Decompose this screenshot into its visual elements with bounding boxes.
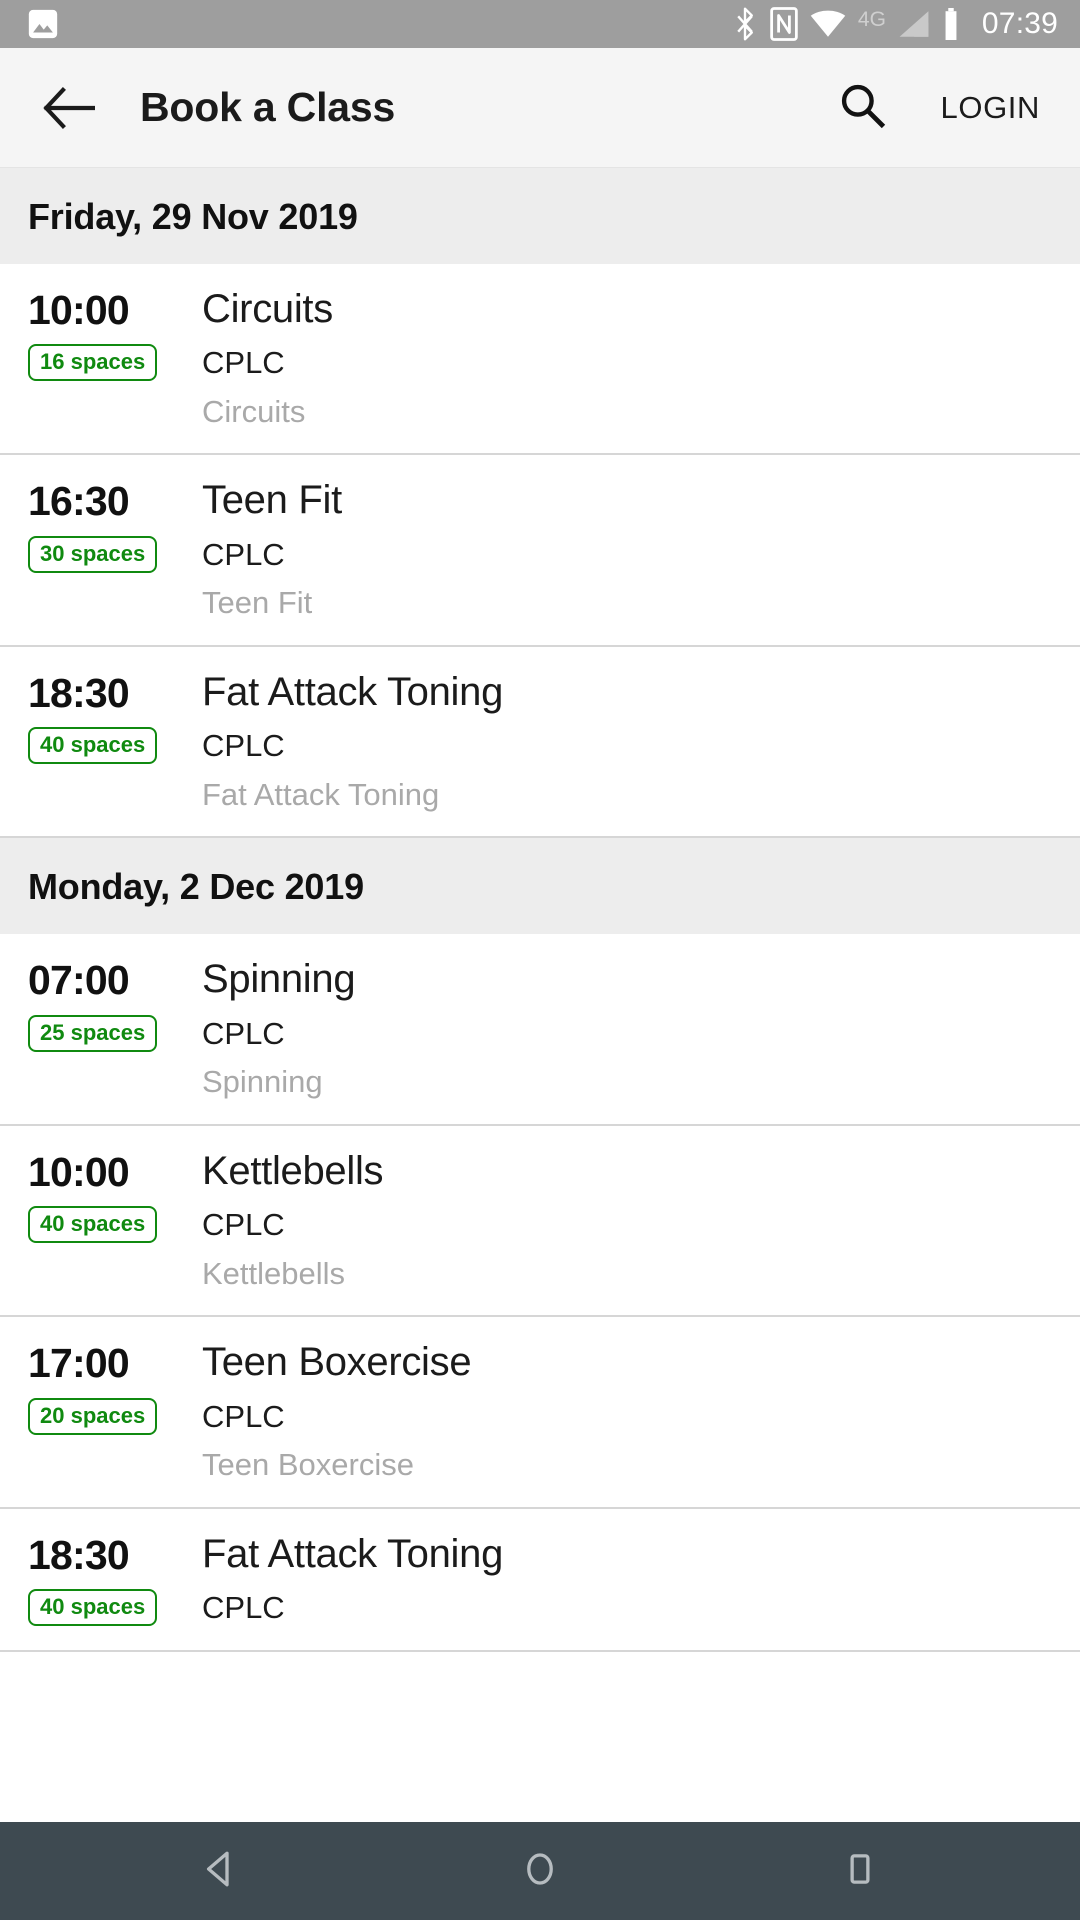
mobile-network-4g-icon: 4G (858, 7, 886, 41)
class-time: 16:30 (28, 478, 130, 525)
class-schedule-list[interactable]: Friday, 29 Nov 2019 10:00 16 spaces Circuit… (0, 168, 1080, 1653)
class-time: 18:30 (28, 1531, 130, 1578)
class-venue: CPLC (202, 345, 285, 381)
class-row-left: 18:30 40 spaces (28, 1531, 178, 1627)
spaces-badge: 40 spaces (28, 1206, 158, 1244)
class-name: Kettlebells (202, 1148, 384, 1193)
back-button[interactable] (34, 73, 104, 143)
status-bar-left-icons (26, 7, 60, 41)
class-time: 18:30 (28, 669, 130, 716)
class-name: Fat Attack Toning (202, 669, 504, 714)
class-venue: CPLC (202, 1398, 285, 1434)
status-bar-right-icons: 4G 07:39 (732, 7, 1058, 41)
spaces-badge: 20 spaces (28, 1397, 158, 1435)
class-row[interactable]: 10:00 40 spaces Kettlebells CPLC Kettlebells (0, 1125, 1080, 1318)
login-button[interactable]: LOGIN (937, 80, 1044, 136)
class-row-right: Teen Boxercise CPLC Teen Boxercise (202, 1339, 1052, 1482)
class-name: Spinning (202, 957, 356, 1002)
class-row-left: 07:00 25 spaces (28, 956, 178, 1052)
class-row-left: 16:30 30 spaces (28, 477, 178, 573)
spaces-badge: 25 spaces (28, 1014, 158, 1052)
triangle-back-icon (199, 1848, 241, 1895)
nfc-icon (770, 7, 798, 41)
app-bar: Book a Class LOGIN (0, 48, 1080, 168)
class-row[interactable]: 16:30 30 spaces Teen Fit CPLC Teen Fit (0, 455, 1080, 647)
class-description: Teen Boxercise (202, 1447, 414, 1483)
class-row[interactable]: 18:30 40 spaces Fat Attack Toning CPLC (0, 1508, 1080, 1653)
class-row[interactable]: 18:30 40 spaces Fat Attack Toning CPLC Fat A… (0, 646, 1080, 839)
wifi-icon (810, 9, 846, 39)
class-row-left: 10:00 16 spaces (28, 286, 178, 382)
class-description: Teen Fit (202, 585, 313, 621)
class-row-right: Fat Attack Toning CPLC (202, 1531, 1052, 1626)
android-navigation-bar (0, 1822, 1080, 1920)
class-row-right: Circuits CPLC Circuits (202, 286, 1052, 429)
class-row[interactable]: 17:00 20 spaces Teen Boxercise CPLC Teen Box… (0, 1317, 1080, 1509)
class-row-right: Spinning CPLC Spinning (202, 956, 1052, 1099)
class-name: Fat Attack Toning (202, 1531, 504, 1576)
spaces-badge: 40 spaces (28, 727, 158, 765)
class-name: Teen Fit (202, 478, 342, 523)
spaces-badge-wrap: 16 spaces (28, 332, 178, 382)
bluetooth-icon (732, 7, 758, 41)
phone-screen: 4G 07:39 Book a Class LOGIN Friday, 29 N… (0, 0, 1080, 1920)
class-row[interactable]: 07:00 25 spaces Spinning CPLC Spinning (0, 934, 1080, 1126)
class-row-right: Teen Fit CPLC Teen Fit (202, 477, 1052, 620)
battery-icon (942, 8, 960, 40)
spaces-badge-wrap: 40 spaces (28, 715, 178, 765)
status-bar: 4G 07:39 (0, 0, 1080, 48)
class-row-right: Kettlebells CPLC Kettlebells (202, 1148, 1052, 1291)
spaces-badge-wrap: 40 spaces (28, 1194, 178, 1244)
page-title: Book a Class (140, 84, 396, 130)
search-button[interactable] (831, 77, 893, 139)
class-row[interactable]: 10:00 16 spaces Circuits CPLC Circuits (0, 264, 1080, 456)
class-venue: CPLC (202, 728, 285, 764)
status-bar-clock: 07:39 (981, 7, 1058, 40)
photo-icon (26, 7, 60, 41)
spaces-badge: 16 spaces (28, 344, 158, 382)
class-description: Kettlebells (202, 1255, 346, 1291)
recents-nav-button[interactable] (800, 1831, 920, 1911)
app-bar-actions: LOGIN (831, 77, 1044, 139)
spaces-badge-wrap: 25 spaces (28, 1003, 178, 1052)
class-row-left: 10:00 40 spaces (28, 1148, 178, 1244)
class-description: Circuits (202, 393, 306, 429)
spaces-badge-wrap: 40 spaces (28, 1577, 178, 1627)
class-time: 07:00 (28, 957, 130, 1004)
back-nav-button[interactable] (160, 1831, 280, 1911)
date-header-label: Monday, 2 Dec 2019 (28, 866, 364, 908)
class-row-left: 18:30 40 spaces (28, 669, 178, 765)
class-venue: CPLC (202, 1207, 285, 1243)
square-recents-icon (839, 1848, 881, 1895)
date-header-label: Friday, 29 Nov 2019 (28, 196, 358, 237)
spaces-badge: 30 spaces (28, 535, 158, 573)
class-description: Fat Attack Toning (202, 776, 440, 812)
circle-home-icon (519, 1848, 561, 1895)
home-nav-button[interactable] (480, 1831, 600, 1911)
spaces-badge-wrap: 30 spaces (28, 524, 178, 573)
date-header: Friday, 29 Nov 2019 (0, 168, 1080, 264)
class-venue: CPLC (202, 1015, 285, 1051)
class-row-left: 17:00 20 spaces (28, 1339, 178, 1435)
network-label: 4G (857, 8, 886, 31)
search-icon (837, 80, 887, 135)
date-header: Monday, 2 Dec 2019 (0, 838, 1080, 935)
cell-signal-icon (898, 9, 930, 39)
class-row-right: Fat Attack Toning CPLC Fat Attack Toning (202, 669, 1052, 812)
class-venue: CPLC (202, 536, 285, 572)
class-time: 10:00 (28, 287, 130, 333)
class-name: Teen Boxercise (202, 1340, 472, 1385)
class-description: Spinning (202, 1064, 323, 1100)
class-time: 17:00 (28, 1340, 130, 1387)
class-venue: CPLC (202, 1590, 285, 1625)
class-time: 10:00 (28, 1148, 130, 1195)
class-name: Circuits (202, 287, 333, 331)
spaces-badge: 40 spaces (28, 1589, 158, 1627)
spaces-badge-wrap: 20 spaces (28, 1386, 178, 1435)
